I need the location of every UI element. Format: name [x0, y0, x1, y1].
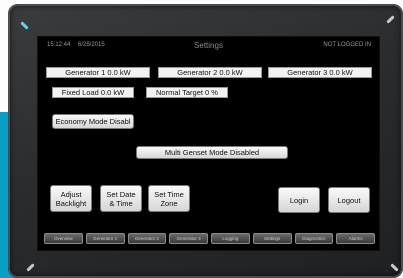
nav-alarms[interactable]: Alarms: [336, 233, 375, 244]
screw-icon: [386, 15, 395, 24]
set-date-time-label-line1: Set Date: [106, 189, 136, 199]
nav-overview[interactable]: Overview: [44, 233, 83, 244]
generator-1-readout: Generator 1 0.0 kW: [46, 67, 150, 78]
status-bar: 15:12:44 6/25/2015 Settings NOT LOGGED I…: [38, 37, 379, 53]
generator-3-readout: Generator 3 0.0 kW: [268, 67, 372, 78]
generator-2-readout: Generator 2 0.0 kW: [158, 67, 262, 78]
screw-icon: [26, 263, 35, 272]
nav-generator-1[interactable]: Generator 1: [85, 233, 125, 244]
nav-diagnostics[interactable]: Diagnostics: [294, 233, 334, 244]
adjust-backlight-label-line1: Adjust: [60, 189, 82, 199]
set-date-time-button[interactable]: Set Date & Time: [100, 185, 142, 212]
set-time-zone-label-line1: Set Time: [154, 189, 184, 199]
login-button[interactable]: Login: [278, 187, 320, 213]
screw-icon: [390, 263, 399, 272]
normal-target-readout: Normal Target 0 %: [146, 87, 228, 98]
set-date-time-label-line2: & Time: [109, 198, 133, 208]
login-status: NOT LOGGED IN: [323, 42, 371, 48]
nav-logging[interactable]: Logging: [211, 233, 250, 244]
adjust-backlight-label-line2: Backlight: [55, 198, 87, 208]
set-time-zone-button[interactable]: Set Time Zone: [148, 185, 190, 212]
logout-button[interactable]: Logout: [328, 187, 370, 213]
screw-icon: [20, 21, 29, 30]
fixed-load-readout: Fixed Load 0.0 kW: [52, 87, 134, 98]
nav-generator-2[interactable]: Generator 2: [127, 233, 167, 244]
economy-mode-button[interactable]: Economy Mode Disabl: [52, 114, 134, 129]
nav-settings[interactable]: Settings: [252, 233, 292, 244]
set-time-zone-label-line2: Zone: [160, 198, 178, 208]
bottom-nav-bar: Overview Generator 1 Generator 2 Generat…: [44, 233, 375, 245]
touch-screen: 15:12:44 6/25/2015 Settings NOT LOGGED I…: [37, 36, 380, 251]
nav-generator-3[interactable]: Generator 3: [169, 233, 208, 244]
adjust-backlight-button[interactable]: Adjust Backlight: [50, 185, 92, 212]
multi-genset-mode-button[interactable]: Multi Genset Mode Disabled: [136, 146, 288, 159]
